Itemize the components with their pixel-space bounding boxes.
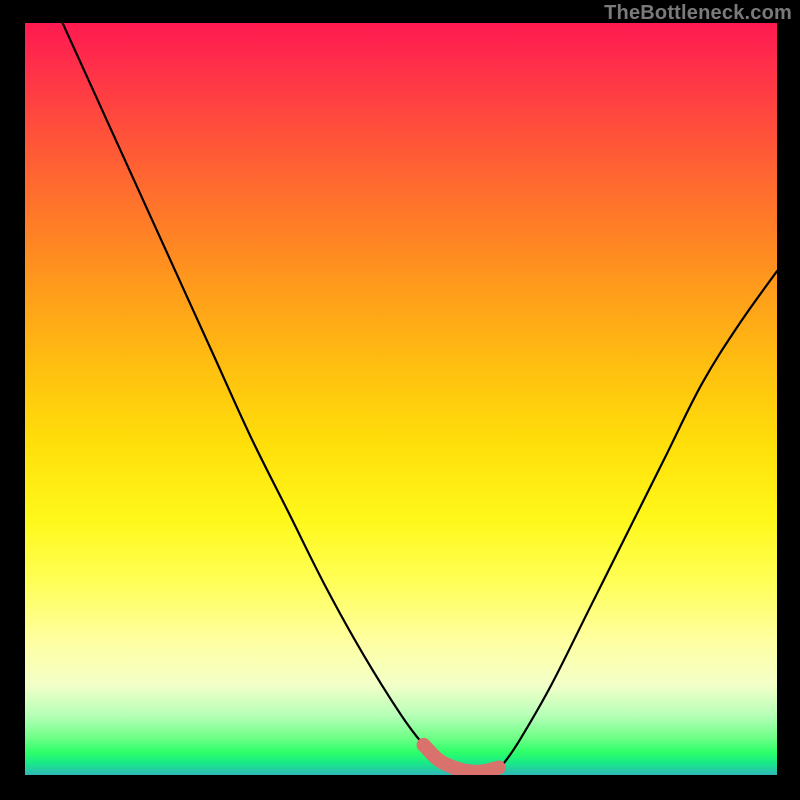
chart-frame: TheBottleneck.com [0,0,800,800]
plot-area [25,23,777,775]
attribution-label: TheBottleneck.com [604,2,792,25]
chart-svg [25,23,777,775]
highlight-band [424,745,499,772]
main-curve [63,23,777,772]
